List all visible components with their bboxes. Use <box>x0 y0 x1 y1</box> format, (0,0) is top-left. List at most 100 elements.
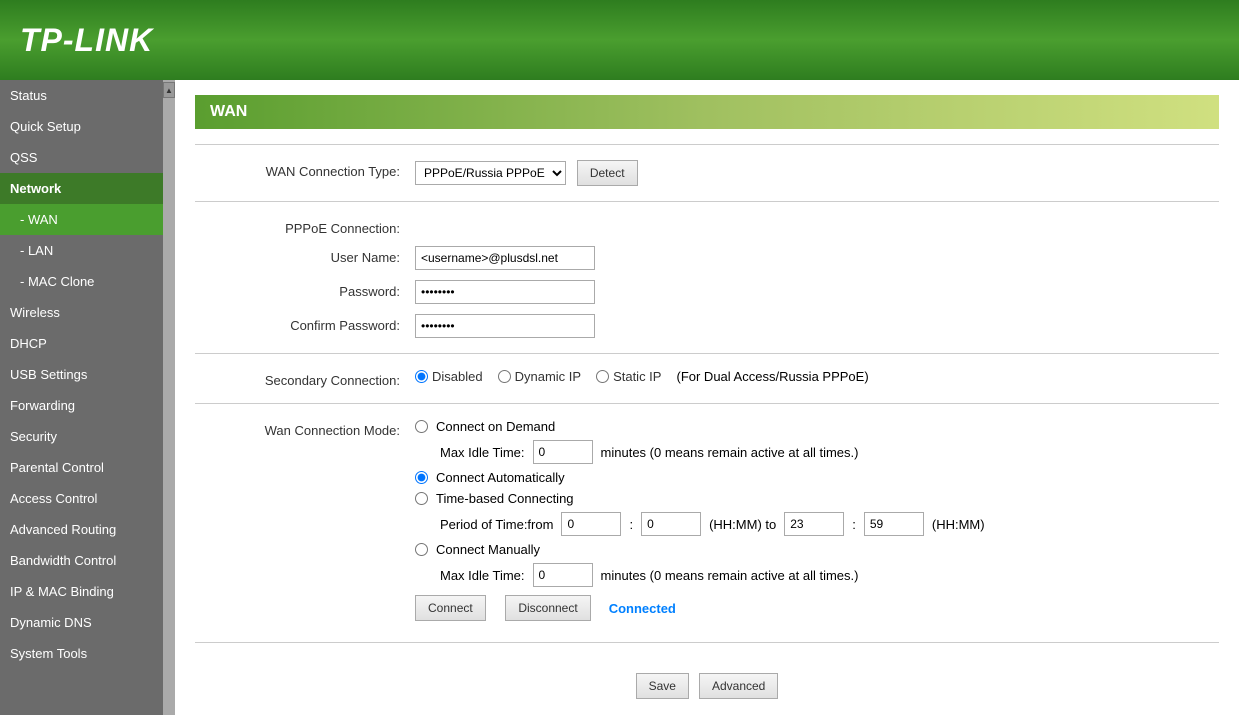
max-idle-row2: Max Idle Time: minutes (0 means remain a… <box>440 563 1219 587</box>
secondary-radio-group: Disabled Dynamic IP Static IP (For Dual … <box>415 369 1219 384</box>
password-label: Password: <box>195 280 415 299</box>
connect-manually-radio[interactable] <box>415 543 428 556</box>
connect-button[interactable]: Connect <box>415 595 486 621</box>
secondary-disabled-radio[interactable] <box>415 370 428 383</box>
mid-divider <box>195 201 1219 202</box>
sidebar-item-access-control[interactable]: Access Control <box>0 483 163 514</box>
connected-status: Connected <box>609 601 676 616</box>
wan-connection-type-label: WAN Connection Type: <box>195 160 415 179</box>
secondary-static-radio[interactable] <box>596 370 609 383</box>
period-from-h-input[interactable] <box>561 512 621 536</box>
sidebar-item-wireless[interactable]: Wireless <box>0 297 163 328</box>
sidebar-item-parental-control[interactable]: Parental Control <box>0 452 163 483</box>
sidebar-item-forwarding[interactable]: Forwarding <box>0 390 163 421</box>
scroll-up-btn[interactable]: ▲ <box>163 82 175 98</box>
connect-automatically-radio[interactable] <box>415 471 428 484</box>
wan-connection-type-content: PPPoE/Russia PPPoEDynamic IPStatic IPL2T… <box>415 160 1219 186</box>
pppoe-connection-label: PPPoE Connection: <box>195 217 415 236</box>
connect-on-demand-row: Connect on Demand <box>415 419 1219 434</box>
confirm-password-input[interactable] <box>415 314 595 338</box>
max-idle-label2: Max Idle Time: <box>440 568 525 583</box>
sidebar-item-advanced-routing[interactable]: Advanced Routing <box>0 514 163 545</box>
sidebar-item-network[interactable]: Network <box>0 173 163 204</box>
secondary-dynamic-option: Dynamic IP <box>498 369 581 384</box>
max-idle-input1[interactable] <box>533 440 593 464</box>
bottom-buttons: Save Advanced <box>195 658 1219 714</box>
secondary-static-option: Static IP <box>596 369 661 384</box>
sidebar-wrapper: StatusQuick SetupQSSNetwork- WAN- LAN- M… <box>0 80 175 715</box>
password-input[interactable] <box>415 280 595 304</box>
divider2 <box>195 353 1219 354</box>
secondary-static-label: Static IP <box>613 369 661 384</box>
sidebar-item-quick-setup[interactable]: Quick Setup <box>0 111 163 142</box>
secondary-disabled-option: Disabled <box>415 369 483 384</box>
content-inner: WAN WAN Connection Type: PPPoE/Russia PP… <box>175 80 1239 715</box>
max-idle-note2: minutes (0 means remain active at all ti… <box>601 568 859 583</box>
period-from-m-input[interactable] <box>641 512 701 536</box>
header: TP-LINK <box>0 0 1239 80</box>
sidebar-item-status[interactable]: Status <box>0 80 163 111</box>
max-idle-input2[interactable] <box>533 563 593 587</box>
top-divider <box>195 144 1219 145</box>
disconnect-button[interactable]: Disconnect <box>505 595 590 621</box>
sidebar-scrollbar: ▲ <box>163 80 175 715</box>
max-idle-label1: Max Idle Time: <box>440 445 525 460</box>
period-to-h-input[interactable] <box>784 512 844 536</box>
wan-connection-type-select[interactable]: PPPoE/Russia PPPoEDynamic IPStatic IPL2T… <box>415 161 566 185</box>
bottom-divider <box>195 642 1219 643</box>
secondary-disabled-label: Disabled <box>432 369 483 384</box>
wan-connection-mode-row: Wan Connection Mode: Connect on Demand M… <box>195 419 1219 627</box>
secondary-note: (For Dual Access/Russia PPPoE) <box>676 369 868 384</box>
period-colon2: : <box>852 517 856 532</box>
sidebar-item-bandwidth-control[interactable]: Bandwidth Control <box>0 545 163 576</box>
detect-button[interactable]: Detect <box>577 160 638 186</box>
sidebar-item-mac-clone[interactable]: - MAC Clone <box>0 266 163 297</box>
max-idle-row1: Max Idle Time: minutes (0 means remain a… <box>440 440 1219 464</box>
sidebar-item-lan[interactable]: - LAN <box>0 235 163 266</box>
secondary-connection-content: Disabled Dynamic IP Static IP (For Dual … <box>415 369 1219 384</box>
confirm-password-row: Confirm Password: <box>195 314 1219 338</box>
save-button[interactable]: Save <box>636 673 689 699</box>
password-content <box>415 280 1219 304</box>
password-row: Password: <box>195 280 1219 304</box>
period-to-m-input[interactable] <box>864 512 924 536</box>
period-label: Period of Time:from <box>440 517 553 532</box>
username-label: User Name: <box>195 246 415 265</box>
confirm-password-label: Confirm Password: <box>195 314 415 333</box>
pppoe-connection-row: PPPoE Connection: <box>195 217 1219 236</box>
secondary-connection-label: Secondary Connection: <box>195 369 415 388</box>
confirm-password-content <box>415 314 1219 338</box>
sidebar-item-system-tools[interactable]: System Tools <box>0 638 163 669</box>
logo: TP-LINK <box>20 22 153 59</box>
advanced-button[interactable]: Advanced <box>699 673 778 699</box>
page-title: WAN <box>195 95 1219 129</box>
connect-automatically-row: Connect Automatically <box>415 470 1219 485</box>
sidebar-item-ip-mac-binding[interactable]: IP & MAC Binding <box>0 576 163 607</box>
wan-connection-type-row: WAN Connection Type: PPPoE/Russia PPPoED… <box>195 160 1219 186</box>
sidebar-item-dynamic-dns[interactable]: Dynamic DNS <box>0 607 163 638</box>
sidebar-item-usb-settings[interactable]: USB Settings <box>0 359 163 390</box>
secondary-dynamic-label: Dynamic IP <box>515 369 581 384</box>
main-layout: StatusQuick SetupQSSNetwork- WAN- LAN- M… <box>0 80 1239 715</box>
sidebar-item-wan[interactable]: - WAN <box>0 204 163 235</box>
period-colon1: : <box>629 517 633 532</box>
sidebar-item-dhcp[interactable]: DHCP <box>0 328 163 359</box>
time-based-radio[interactable] <box>415 492 428 505</box>
connect-automatically-label: Connect Automatically <box>436 470 565 485</box>
wan-connection-mode-label: Wan Connection Mode: <box>195 419 415 438</box>
divider3 <box>195 403 1219 404</box>
connect-buttons-row: Connect Disconnect Connected <box>415 595 1219 621</box>
time-based-row: Time-based Connecting <box>415 491 1219 506</box>
username-row: User Name: <box>195 246 1219 270</box>
period-hhmm2: (HH:MM) <box>932 517 985 532</box>
sidebar-item-qss[interactable]: QSS <box>0 142 163 173</box>
connect-manually-label: Connect Manually <box>436 542 540 557</box>
username-input[interactable] <box>415 246 595 270</box>
secondary-dynamic-radio[interactable] <box>498 370 511 383</box>
sidebar: StatusQuick SetupQSSNetwork- WAN- LAN- M… <box>0 80 163 715</box>
connect-manually-row: Connect Manually <box>415 542 1219 557</box>
connect-on-demand-radio[interactable] <box>415 420 428 433</box>
sidebar-item-security[interactable]: Security <box>0 421 163 452</box>
secondary-connection-row: Secondary Connection: Disabled Dynamic I… <box>195 369 1219 388</box>
period-row: Period of Time:from : (HH:MM) to : (HH:M… <box>440 512 1219 536</box>
